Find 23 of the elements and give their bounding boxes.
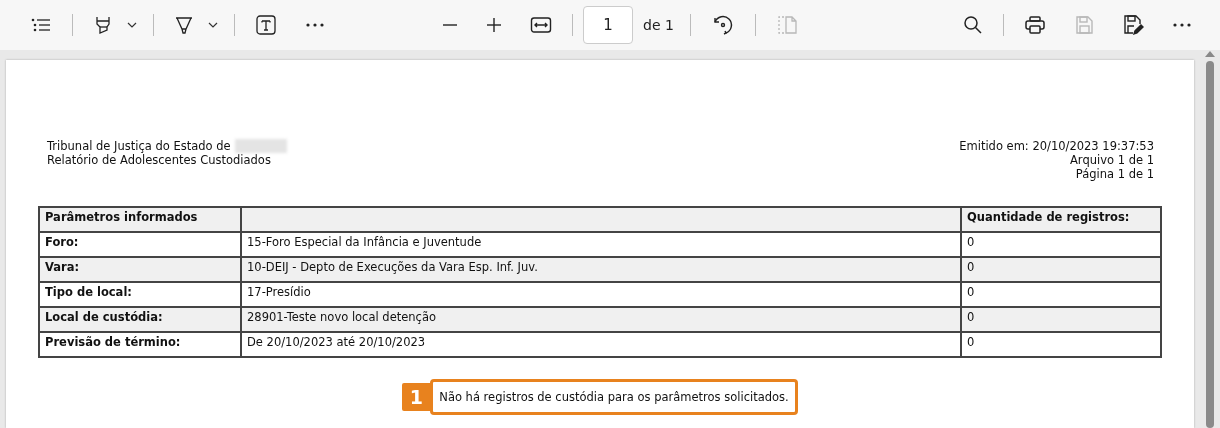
table-cell: 0 xyxy=(961,257,1161,282)
table-cell: 0 xyxy=(961,332,1161,357)
callout-message: Não há registros de custódia para os parâmetros solicitados. xyxy=(430,379,798,415)
scrollbar-thumb[interactable] xyxy=(1206,61,1214,428)
report-meta-text: Página 1 de 1 xyxy=(1075,167,1154,181)
report-header-text: Relatório de Adolescentes Custodiados xyxy=(47,153,271,167)
step-badge: 1 xyxy=(402,383,431,411)
table-cell: 10-DEIJ - Depto de Execuções da Vara Esp. Inf. Juv. xyxy=(241,257,961,282)
table-header-cell: Quantidade de registros: xyxy=(961,207,1161,232)
page-number-field[interactable]: 1 xyxy=(583,6,633,44)
chevron-down-icon[interactable] xyxy=(127,22,137,28)
table-cell: De 20/10/2023 até 20/10/2023 xyxy=(241,332,961,357)
table-cell: 0 xyxy=(961,307,1161,332)
report-meta-text: Emitido em: 20/10/2023 19:37:53 xyxy=(959,139,1154,153)
report-header-text: Tribunal de Justiça do Estado de xyxy=(47,139,231,153)
report-meta-text: Arquivo 1 de 1 xyxy=(1070,153,1154,167)
table-header-cell: Parâmetros informados xyxy=(39,207,241,232)
table-cell: 28901-Teste novo local detenção xyxy=(241,307,961,332)
page-total: de 1 xyxy=(643,17,674,33)
table-cell: Local de custódia: xyxy=(39,307,241,332)
chevron-down-icon[interactable] xyxy=(208,22,218,28)
table-cell: Previsão de término: xyxy=(39,332,241,357)
table-cell: Vara: xyxy=(39,257,241,282)
